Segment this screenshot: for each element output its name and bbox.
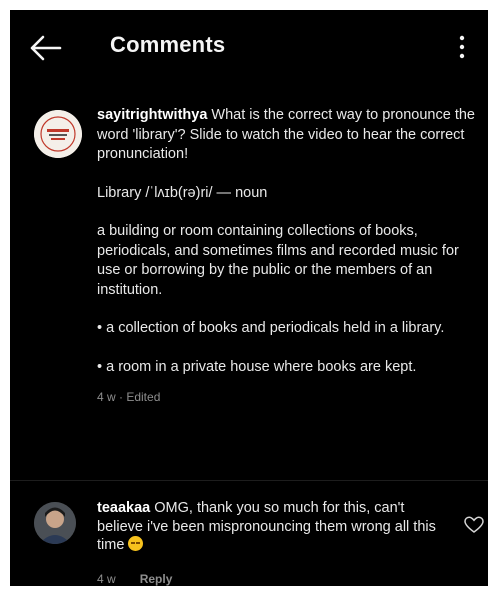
header: Comments [10, 10, 488, 82]
more-vertical-icon [459, 35, 465, 59]
arrow-left-icon [30, 35, 62, 61]
profile-logo-icon [34, 110, 82, 158]
bullet-two: • a room in a private house where books … [97, 358, 417, 375]
comment-time: 4 w [97, 572, 116, 586]
bullet-one: • a collection of books and periodicals … [97, 320, 445, 336]
caption-intro: sayitrightwithya What is the correct way… [97, 106, 479, 165]
phonetic-line: Library /ˈlʌɪb(rə)ri/ — noun [97, 184, 268, 201]
comment-item: teaakaa OMG, thank you so much for this,… [34, 494, 484, 586]
avatar[interactable] [34, 110, 82, 158]
user-photo-icon [34, 502, 76, 544]
sad-face-emoji-icon [128, 536, 144, 551]
caption-meta: 4 w · Edited [97, 390, 161, 404]
page-title: Comments [110, 32, 226, 57]
more-options-button[interactable] [452, 32, 472, 62]
back-button[interactable] [28, 32, 64, 64]
commenter-avatar[interactable] [34, 502, 76, 544]
definition-text: a building or room containing collection… [97, 223, 459, 298]
heart-outline-icon [464, 516, 484, 533]
like-button[interactable] [464, 516, 484, 534]
reply-button[interactable]: Reply [140, 572, 173, 586]
comment-meta: 4 w Reply [97, 572, 172, 586]
divider [10, 480, 488, 481]
caption-username[interactable]: sayitrightwithya [97, 107, 207, 123]
caption-text: sayitrightwithya What is the correct way… [97, 106, 479, 408]
comments-screen: Comments sayitrightwithya What is the co… [10, 10, 488, 586]
comment-text: teaakaa OMG, thank you so much for this,… [97, 499, 447, 555]
comment-username[interactable]: teaakaa [97, 500, 150, 516]
